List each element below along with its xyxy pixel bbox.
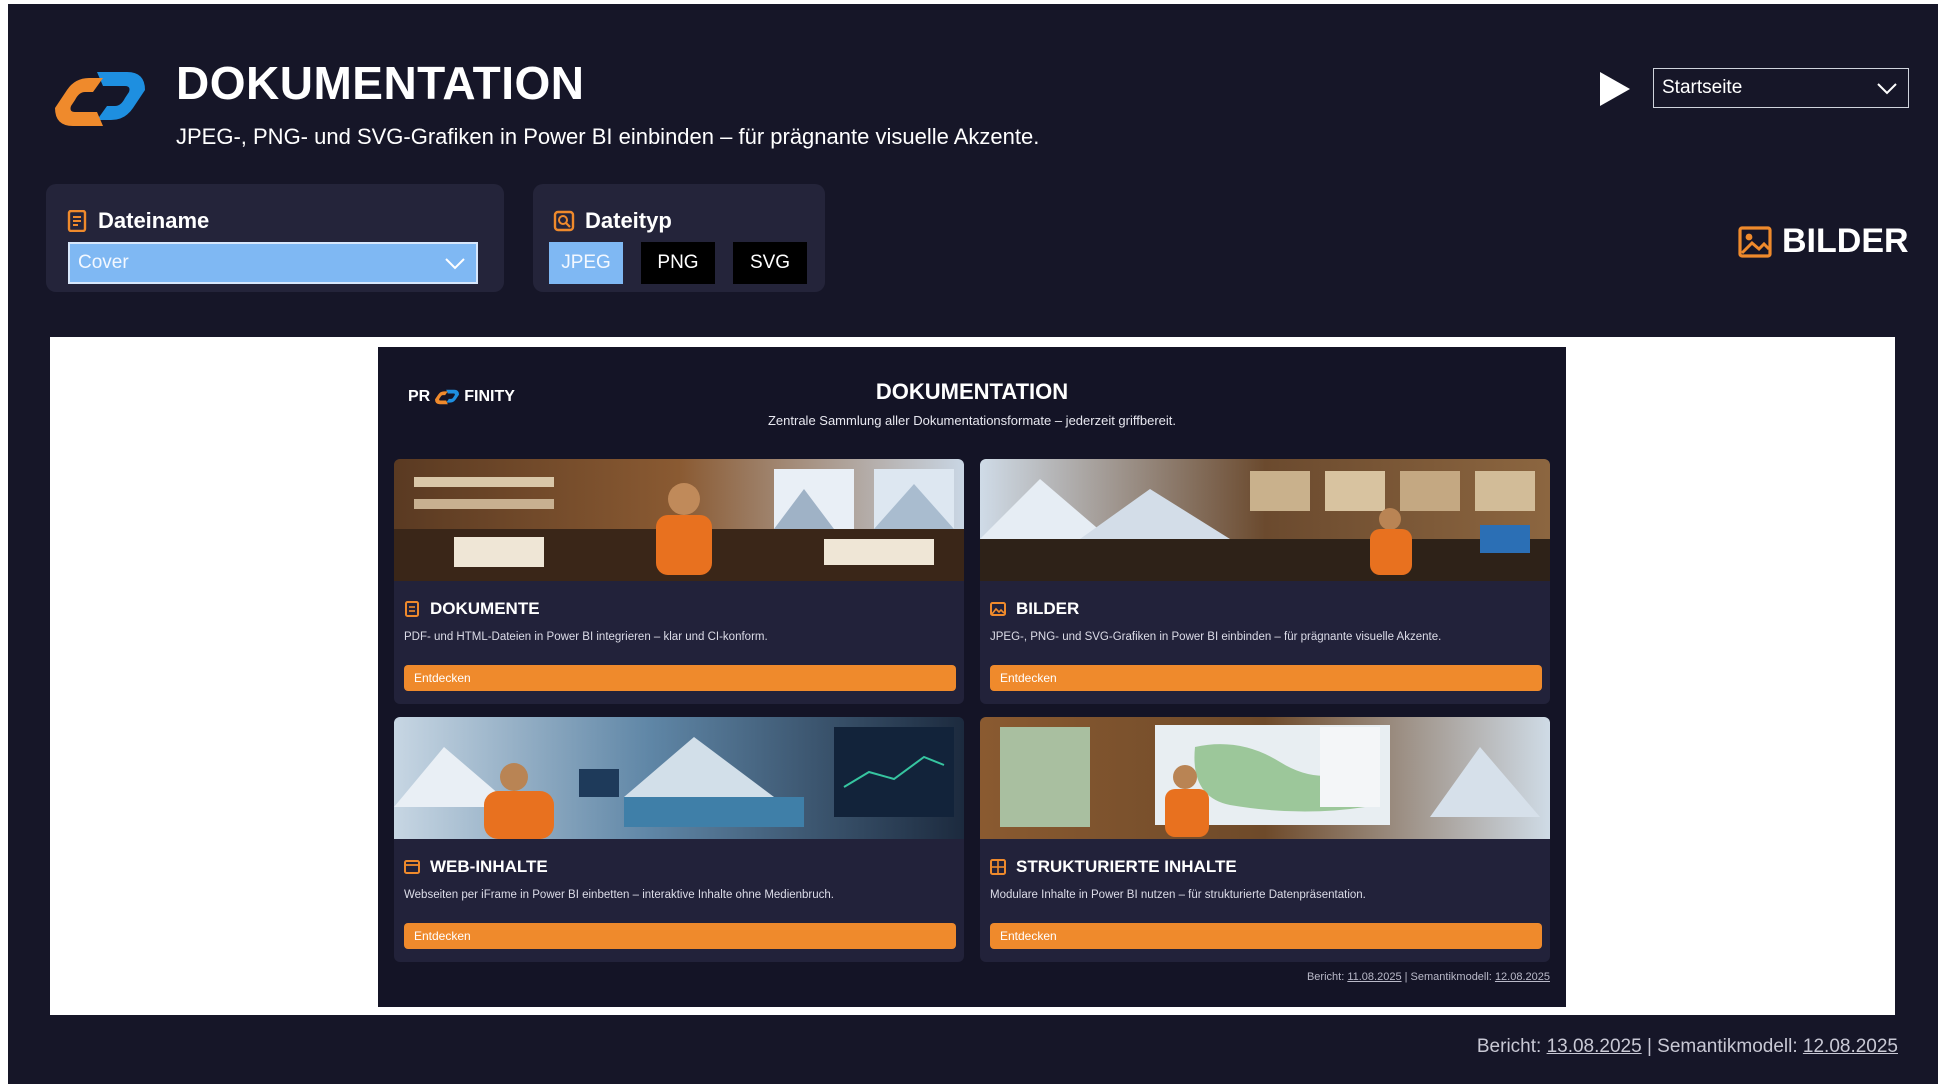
card-title: STRUKTURIERTE INHALTE [990, 857, 1237, 877]
image-search-icon [553, 210, 575, 232]
discover-button[interactable]: Entdecken [404, 665, 956, 691]
card-title-text: STRUKTURIERTE INHALTE [1016, 857, 1237, 876]
discover-button[interactable]: Entdecken [404, 923, 956, 949]
filename-filter-label: Dateiname [98, 208, 210, 233]
document-icon [67, 210, 87, 232]
refresh-info: Bericht: 13.08.2025 | Semantikmodell: 12… [1477, 1036, 1898, 1058]
page-title: DOKUMENTATION [176, 57, 585, 109]
preview-model-date: 12.08.2025 [1494, 971, 1550, 983]
card-photo [980, 459, 1550, 581]
filename-select[interactable]: Cover [68, 242, 478, 284]
card-title-text: BILDER [1016, 599, 1080, 618]
report-canvas: DOKUMENTATION JPEG-, PNG- und SVG-Grafik… [8, 4, 1938, 1084]
filename-filter-card: Dateiname Cover [46, 184, 504, 292]
filename-filter-header: Dateiname [66, 208, 209, 234]
card-description: PDF- und HTML-Dateien in Power BI integr… [404, 631, 768, 643]
card-photo [394, 459, 964, 581]
image-icon [1738, 225, 1772, 258]
card-title: DOKUMENTE [404, 599, 540, 619]
discover-button[interactable]: Entdecken [990, 665, 1542, 691]
model-label: | Semantikmodell: [1646, 1036, 1798, 1057]
document-icon [405, 601, 419, 617]
filetype-option-svg[interactable]: SVG [733, 242, 807, 284]
grid-icon [990, 859, 1006, 875]
card-title-text: DOKUMENTE [430, 599, 540, 618]
filetype-filter-card: Dateityp JPEG PNG SVG [533, 184, 825, 292]
chevron-down-icon [1877, 83, 1897, 95]
play-icon[interactable] [1598, 70, 1632, 108]
section-label-text: BILDER [1782, 222, 1909, 260]
preview-report-label: Bericht: [1306, 971, 1345, 983]
report-label: Bericht: [1476, 1036, 1542, 1057]
preview-card-bilder: BILDER JPEG-, PNG- und SVG-Grafiken in P… [980, 459, 1550, 704]
card-title: WEB-INHALTE [404, 857, 548, 877]
filetype-filter-label: Dateityp [585, 208, 672, 233]
filetype-option-jpeg[interactable]: JPEG [549, 242, 623, 284]
image-preview: PR FINITY DOKUMENTATION Zentrale Sammlun… [50, 337, 1895, 1015]
card-description: JPEG-, PNG- und SVG-Grafiken in Power BI… [990, 631, 1442, 643]
filetype-option-png[interactable]: PNG [641, 242, 715, 284]
preview-model-label: | Semantikmodell: [1404, 971, 1492, 983]
preview-card-web-inhalte: WEB-INHALTE Webseiten per iFrame in Powe… [394, 717, 964, 962]
browser-icon [404, 860, 420, 874]
preview-subtitle: Zentrale Sammlung aller Dokumentationsfo… [767, 413, 1176, 428]
preview-report-date: 11.08.2025 [1347, 971, 1402, 983]
preview-title: DOKUMENTATION [875, 379, 1069, 404]
preview-image: PR FINITY DOKUMENTATION Zentrale Sammlun… [378, 347, 1566, 1007]
card-photo [980, 717, 1550, 839]
model-date-link[interactable]: 12.08.2025 [1803, 1036, 1898, 1057]
page-subtitle: JPEG-, PNG- und SVG-Grafiken in Power BI… [176, 124, 1040, 149]
discover-button[interactable]: Entdecken [990, 923, 1542, 949]
card-title-text: WEB-INHALTE [430, 857, 548, 876]
preview-card-dokumente: DOKUMENTE PDF- und HTML-Dateien in Power… [394, 459, 964, 704]
card-description: Webseiten per iFrame in Power BI einbett… [404, 889, 835, 901]
image-icon [990, 602, 1006, 616]
preview-card-strukturierte-inhalte: STRUKTURIERTE INHALTE Modulare Inhalte i… [980, 717, 1550, 962]
page-navigation-select[interactable]: Startseite [1653, 68, 1909, 108]
card-title: BILDER [990, 599, 1079, 619]
filetype-filter-header: Dateityp [553, 208, 672, 234]
brand-logo [55, 72, 145, 126]
preview-refresh-info: Bericht: 11.08.2025 | Semantikmodell: 12… [1307, 971, 1550, 983]
card-description: Modulare Inhalte in Power BI nutzen – fü… [990, 889, 1366, 901]
card-photo [394, 717, 964, 839]
filename-select-value: Cover [78, 252, 129, 273]
chevron-down-icon [445, 258, 465, 270]
report-date-link[interactable]: 13.08.2025 [1547, 1036, 1642, 1057]
section-label: BILDER [1738, 222, 1909, 261]
page-select-value: Startseite [1662, 77, 1743, 98]
